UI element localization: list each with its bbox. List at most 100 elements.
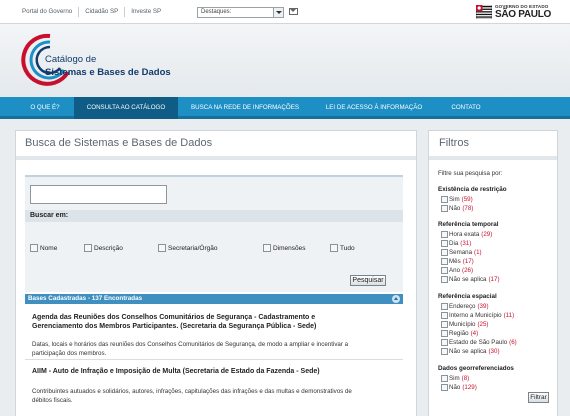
checkbox[interactable] <box>441 320 448 328</box>
nav-busca-rede[interactable]: BUSCA NA REDE DE INFORMAÇÕES <box>178 97 312 119</box>
filter-option[interactable]: Interno a Município (11) <box>441 311 514 319</box>
filter-option-label: Dia <box>449 239 459 247</box>
checkbox[interactable] <box>441 239 448 247</box>
search-panel-title: Busca de Sistemas e Bases de Dados <box>25 137 213 149</box>
filter-option-count: (59) <box>461 195 473 203</box>
filter-option-label: Não se aplica <box>449 275 487 283</box>
checkbox[interactable] <box>441 195 448 203</box>
checkbox[interactable] <box>30 244 38 252</box>
checkbox[interactable] <box>441 329 448 337</box>
result-item[interactable]: Agenda das Reuniões dos Conselhos Comuni… <box>25 305 403 360</box>
filter-option[interactable]: Estado de São Paulo (6) <box>441 338 517 346</box>
nav-lei-acesso[interactable]: LEI DE ACESSO À INFORMAÇÃO <box>312 97 436 119</box>
filter-option[interactable]: Não (78) <box>441 204 473 212</box>
filter-option-count: (30) <box>488 347 500 355</box>
option-secretaria[interactable]: Secretaria/Órgão <box>158 244 218 252</box>
filter-option[interactable]: Dia (31) <box>441 239 471 247</box>
filter-option[interactable]: Ano (26) <box>441 266 473 274</box>
option-nome[interactable]: Nome <box>30 244 57 252</box>
nav-o-que-e[interactable]: O QUE É? <box>16 97 74 119</box>
filter-option[interactable]: Hora exata (29) <box>441 230 492 238</box>
filter-option[interactable]: Sim (8) <box>441 374 469 382</box>
checkbox[interactable] <box>441 230 448 238</box>
checkbox[interactable] <box>441 347 448 355</box>
checkbox[interactable] <box>441 248 448 256</box>
filter-option-label: Mês <box>449 257 461 265</box>
filter-option-label: Município <box>449 320 476 328</box>
filter-option-label: Estado de São Paulo <box>449 338 508 346</box>
result-item[interactable]: AIIM - Auto de Infração e Imposição de M… <box>25 361 403 416</box>
filter-option-count: (26) <box>462 266 474 274</box>
filter-option[interactable]: Não se aplica (17) <box>441 275 500 283</box>
filter-option-count: (6) <box>509 338 517 346</box>
result-title[interactable]: AIIM - Auto de Infração e Imposição de M… <box>32 367 362 376</box>
results-header[interactable]: Bases Cadastradas - 137 Encontradas <box>25 294 403 304</box>
filter-option-label: Região <box>449 329 469 337</box>
checkbox[interactable] <box>441 374 448 382</box>
filter-option-count: (78) <box>462 204 474 212</box>
checkbox[interactable] <box>441 204 448 212</box>
gov-line2: SÃO PAULO <box>495 9 552 20</box>
filter-option[interactable]: Região (4) <box>441 329 478 337</box>
checkbox[interactable] <box>441 257 448 265</box>
sp-flag-icon <box>476 5 492 19</box>
filter-option[interactable]: Município (25) <box>441 320 489 328</box>
checkbox[interactable] <box>441 302 448 310</box>
main-nav: O QUE É? CONSULTA AO CATÁLOGO BUSCA NA R… <box>0 97 570 119</box>
governo-sp-logo[interactable]: GOVERNO DO ESTADO SÃO PAULO <box>476 2 552 22</box>
filter-option-label: Semana <box>449 248 473 256</box>
link-investe-sp[interactable]: Investe SP <box>124 7 167 17</box>
top-links: Portal do Governo Cidadão SP Investe SP <box>16 7 167 17</box>
divider <box>429 156 557 160</box>
option-label: Secretaria/Órgão <box>168 244 218 252</box>
filter-option-label: Não <box>449 383 461 391</box>
nav-contato[interactable]: CONTATO <box>436 97 496 119</box>
link-cidadao-sp[interactable]: Cidadão SP <box>78 7 124 17</box>
filter-option[interactable]: Semana (1) <box>441 248 482 256</box>
checkbox[interactable] <box>441 275 448 283</box>
filter-option[interactable]: Mês (17) <box>441 257 474 265</box>
mail-icon[interactable] <box>289 8 298 15</box>
checkbox[interactable] <box>84 244 92 252</box>
checkbox[interactable] <box>330 244 338 252</box>
option-descricao[interactable]: Descrição <box>84 244 123 252</box>
search-form: Buscar em: Nome Descrição Secretaria/Órg… <box>25 175 403 292</box>
site-title-line1: Catálogo de <box>45 54 97 65</box>
filter-option-count: (17) <box>488 275 500 283</box>
link-portal-governo[interactable]: Portal do Governo <box>16 7 78 17</box>
filter-option-label: Não se aplica <box>449 347 487 355</box>
search-input[interactable] <box>30 185 167 204</box>
filter-button[interactable]: Filtrar <box>528 392 549 403</box>
filters-intro: Filtre sua pesquisa por: <box>438 170 503 177</box>
top-bar: Portal do Governo Cidadão SP Investe SP … <box>0 0 570 24</box>
option-tudo[interactable]: Tudo <box>330 244 355 252</box>
result-title[interactable]: Agenda das Reuniões dos Conselhos Comuni… <box>32 313 362 331</box>
filter-option[interactable]: Sim (59) <box>441 195 473 203</box>
option-dimensoes[interactable]: Dimensões <box>263 244 306 252</box>
chevron-down-icon[interactable] <box>273 8 283 17</box>
filter-group-title: Existência de restrição <box>438 186 507 193</box>
filters-title: Filtros <box>439 137 469 149</box>
checkbox[interactable] <box>441 266 448 274</box>
filter-group-title: Referência espacial <box>438 293 497 300</box>
filter-option[interactable]: Não se aplica (30) <box>441 347 500 355</box>
site-header: Catálogo de Sistemas e Bases de Dados <box>0 24 570 97</box>
checkbox[interactable] <box>441 383 448 391</box>
filter-option-count: (8) <box>461 374 470 382</box>
filter-option[interactable]: Endereço (39) <box>441 302 489 310</box>
filter-option-count: (39) <box>477 302 489 310</box>
collapse-icon[interactable] <box>392 295 400 303</box>
filter-option-count: (129) <box>462 383 477 391</box>
divider <box>16 156 416 160</box>
checkbox[interactable] <box>263 244 271 252</box>
filter-option-count: (31) <box>460 239 472 247</box>
destaques-select[interactable]: Destaques: <box>197 7 284 18</box>
result-description: Contribuintes autuados e solidários, aut… <box>32 388 352 404</box>
checkbox[interactable] <box>441 311 448 319</box>
search-button[interactable]: Pesquisar <box>350 275 386 286</box>
checkbox[interactable] <box>441 338 448 346</box>
checkbox[interactable] <box>158 244 166 252</box>
nav-consulta-catalogo[interactable]: CONSULTA AO CATÁLOGO <box>74 97 178 119</box>
filter-option[interactable]: Não (129) <box>441 383 477 391</box>
result-description: Datas, locais e horários das reuniões do… <box>32 341 349 357</box>
